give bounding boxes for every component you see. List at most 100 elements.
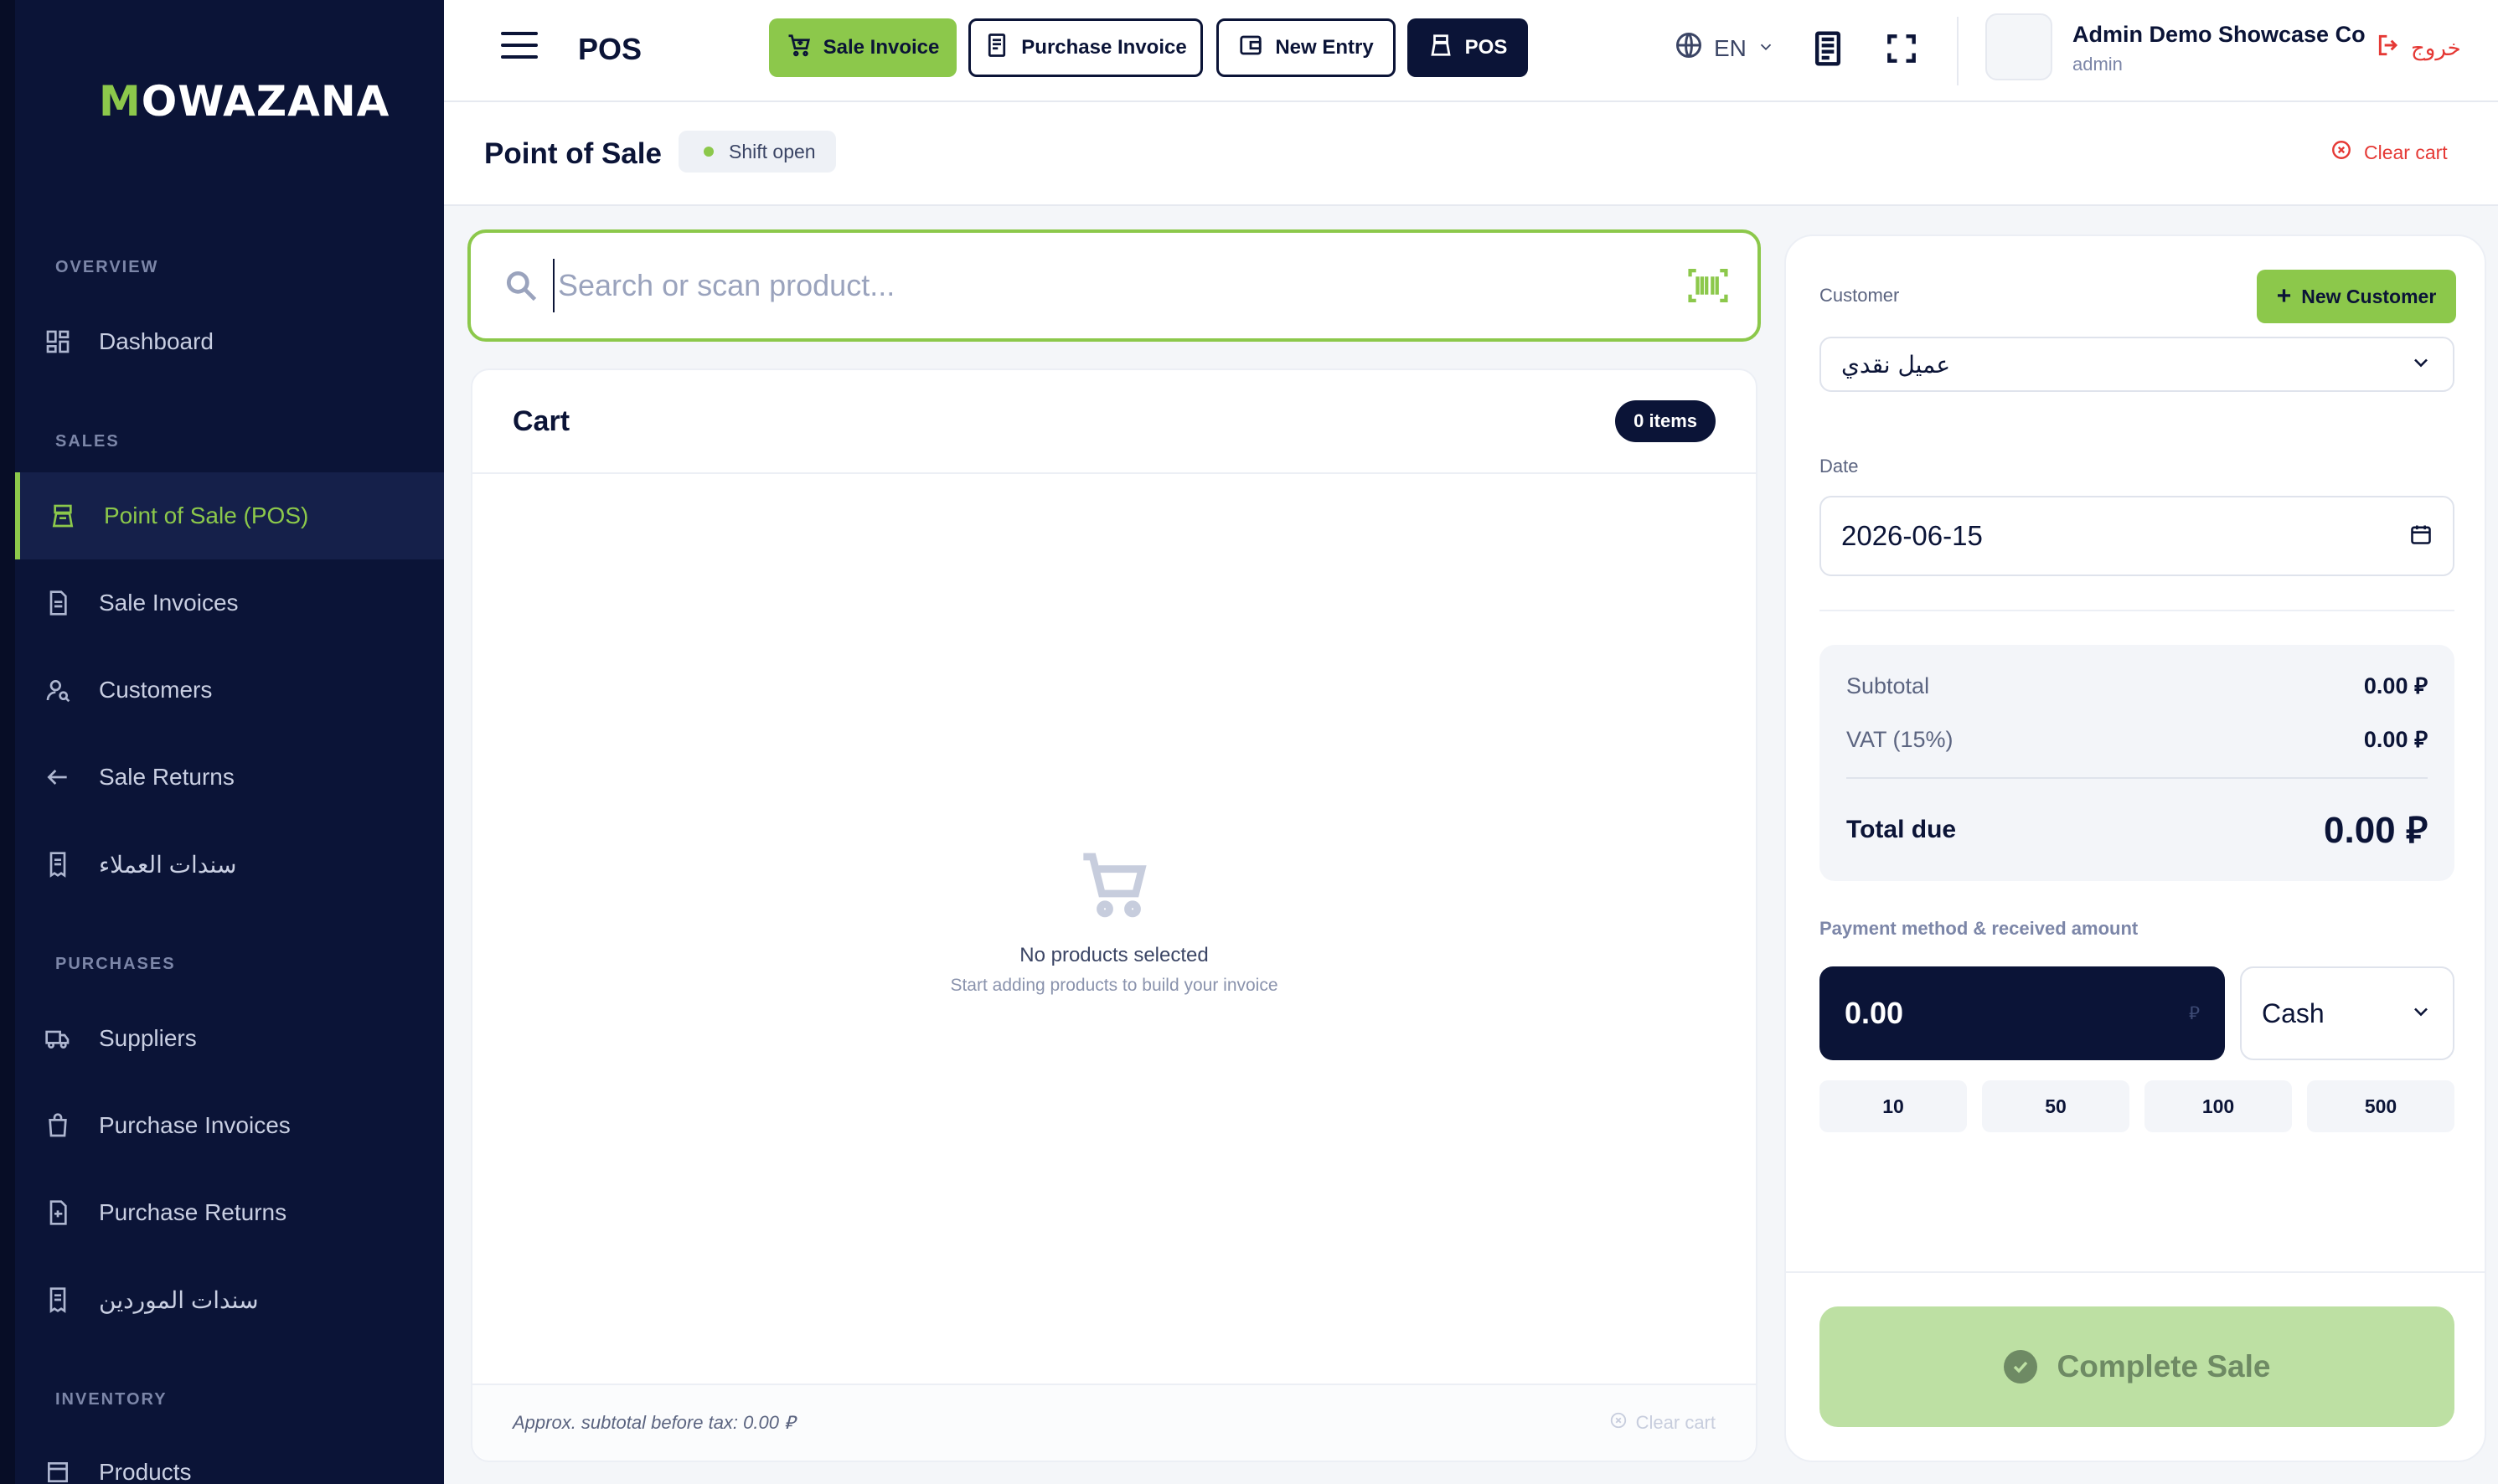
- checkout-panel: Customer + New Customer عميل نقدي Date 2…: [1784, 234, 2486, 1462]
- sidebar-item-label: Purchase Returns: [99, 1199, 287, 1225]
- sidebar-item-dashboard[interactable]: Dashboard: [15, 298, 444, 385]
- calculator-icon[interactable]: [1809, 30, 1846, 67]
- sidebar-item-supplier-receipts[interactable]: سندات الموردين: [15, 1256, 444, 1343]
- status-dot-icon: [704, 147, 714, 157]
- totals-summary: Subtotal 0.00 ⃁ VAT (15%) 0.00 ⃁ Total d…: [1819, 645, 2454, 881]
- sidebar-item-label: Point of Sale (POS): [104, 502, 309, 528]
- sidebar: MOWAZANA OVERVIEW Dashboard SALES Point …: [0, 0, 444, 1484]
- sidebar-edge: [0, 0, 15, 1484]
- bag-icon: [42, 1110, 74, 1141]
- chevron-down-icon: [2409, 1000, 2433, 1028]
- sidebar-item-label: سندات العملاء: [99, 851, 237, 878]
- vat-value: 0.00 ⃁: [2363, 727, 2428, 752]
- complete-sale-button[interactable]: Complete Sale: [1819, 1306, 2454, 1427]
- product-search: [467, 229, 1761, 342]
- sale-invoice-button[interactable]: Sale Invoice: [769, 18, 957, 77]
- menu-toggle-icon[interactable]: [501, 32, 538, 60]
- globe-icon: [1674, 30, 1704, 66]
- sidebar-item-pos[interactable]: Point of Sale (POS): [15, 472, 444, 559]
- vat-row: VAT (15%) 0.00 ⃁: [1846, 726, 2428, 753]
- return-box-icon: [42, 1197, 74, 1229]
- receipt-icon: [42, 1284, 74, 1316]
- sidebar-item-customer-receipts[interactable]: سندات العملاء: [15, 821, 444, 908]
- new-entry-button[interactable]: New Entry: [1216, 18, 1396, 77]
- sidebar-item-label: Products: [99, 1459, 192, 1484]
- new-customer-button[interactable]: + New Customer: [2257, 270, 2456, 323]
- pos-icon: [47, 500, 79, 532]
- cart-icon: [787, 33, 812, 64]
- user-name: Admin Demo Showcase Co: [2072, 22, 2366, 47]
- date-field[interactable]: 2026-06-15: [1819, 496, 2454, 576]
- products-icon: [42, 1456, 74, 1484]
- total-row: Total due 0.00 ⃁: [1846, 806, 2428, 853]
- cart-count-badge: 0 items: [1615, 400, 1716, 442]
- customer-select[interactable]: عميل نقدي: [1819, 337, 2454, 392]
- close-circle-icon: [1609, 1411, 1628, 1435]
- fullscreen-icon[interactable]: [1883, 30, 1920, 67]
- cart-header: Cart 0 items: [472, 370, 1756, 474]
- search-input[interactable]: [553, 259, 1687, 312]
- sidebar-item-products[interactable]: Products: [15, 1429, 444, 1484]
- purchase-invoice-button[interactable]: Purchase Invoice: [968, 18, 1203, 77]
- logout-icon: [2376, 32, 2403, 64]
- divider: [1819, 610, 2454, 611]
- sidebar-item-sale-invoices[interactable]: Sale Invoices: [15, 559, 444, 647]
- pos-button[interactable]: POS: [1407, 18, 1528, 77]
- page-title: Point of Sale: [484, 137, 662, 170]
- customers-icon: [42, 674, 74, 706]
- section-label-sales: SALES: [55, 432, 120, 451]
- sidebar-item-label: Customers: [99, 677, 213, 703]
- truck-icon: [42, 1023, 74, 1054]
- cart-footer: Approx. subtotal before tax: 0.00 ⃁ Clea…: [472, 1384, 1756, 1461]
- sidebar-item-purchase-invoices[interactable]: Purchase Invoices: [15, 1082, 444, 1169]
- empty-cart-title: No products selected: [1019, 944, 1209, 966]
- sidebar-item-label: Sale Invoices: [99, 590, 239, 616]
- dashboard-icon: [42, 326, 74, 358]
- return-icon: [42, 761, 74, 793]
- clear-cart-footer-button[interactable]: Clear cart: [1609, 1411, 1716, 1435]
- empty-cart-icon: [472, 848, 1756, 925]
- app-logo[interactable]: MOWAZANA: [99, 77, 390, 126]
- sidebar-item-customers[interactable]: Customers: [15, 647, 444, 734]
- cart-panel: Cart 0 items No products selected Start …: [471, 368, 1757, 1462]
- invoice-icon: [984, 33, 1009, 64]
- quick-amount-button[interactable]: 50: [1982, 1080, 2129, 1132]
- cart-title: Cart: [513, 404, 570, 437]
- quick-amount-button[interactable]: 10: [1819, 1080, 1967, 1132]
- top-bar-title: POS: [578, 32, 643, 66]
- approx-subtotal: Approx. subtotal before tax: 0.00 ⃁: [513, 1412, 796, 1433]
- receipt-icon: [42, 848, 74, 880]
- clear-cart-button[interactable]: Clear cart: [2330, 139, 2448, 166]
- search-icon: [503, 267, 539, 304]
- customer-label: Customer: [1819, 285, 1900, 306]
- check-circle-icon: [2003, 1350, 2037, 1384]
- plus-icon: +: [2276, 282, 2292, 310]
- section-label-purchases: PURCHASES: [55, 955, 176, 973]
- subtotal-value: 0.00 ⃁: [2363, 673, 2428, 698]
- sidebar-item-sale-returns[interactable]: Sale Returns: [15, 734, 444, 821]
- currency-symbol: ⃁: [2188, 1002, 2200, 1023]
- payment-label: Payment method & received amount: [1819, 918, 2139, 939]
- quick-amount-button[interactable]: 100: [2144, 1080, 2292, 1132]
- sidebar-item-purchase-returns[interactable]: Purchase Returns: [15, 1169, 444, 1256]
- close-circle-icon: [2330, 139, 2352, 166]
- section-label-overview: OVERVIEW: [55, 258, 159, 276]
- sidebar-item-label: Sale Returns: [99, 764, 235, 790]
- sidebar-item-label: Suppliers: [99, 1025, 197, 1051]
- subtotal-row: Subtotal 0.00 ⃁: [1846, 672, 2428, 699]
- top-bar: POS Sale Invoice Purchase Invoice New En…: [444, 0, 2498, 102]
- status-badge: Shift open: [679, 131, 836, 173]
- quick-amount-button[interactable]: 500: [2307, 1080, 2454, 1132]
- logout-button[interactable]: خروج: [2376, 32, 2461, 64]
- section-label-inventory: INVENTORY: [55, 1390, 168, 1409]
- barcode-scan-icon[interactable]: [1687, 267, 1729, 304]
- payment-method-select[interactable]: Cash: [2240, 966, 2454, 1060]
- received-amount-input[interactable]: 0.00 ⃁: [1819, 966, 2225, 1060]
- user-role: admin: [2072, 54, 2123, 75]
- date-label: Date: [1819, 456, 1859, 477]
- sidebar-item-suppliers[interactable]: Suppliers: [15, 995, 444, 1082]
- language-selector[interactable]: EN: [1674, 30, 1775, 66]
- chevron-down-icon: [1757, 35, 1775, 62]
- wallet-icon: [1238, 33, 1263, 64]
- avatar[interactable]: [1985, 13, 2052, 80]
